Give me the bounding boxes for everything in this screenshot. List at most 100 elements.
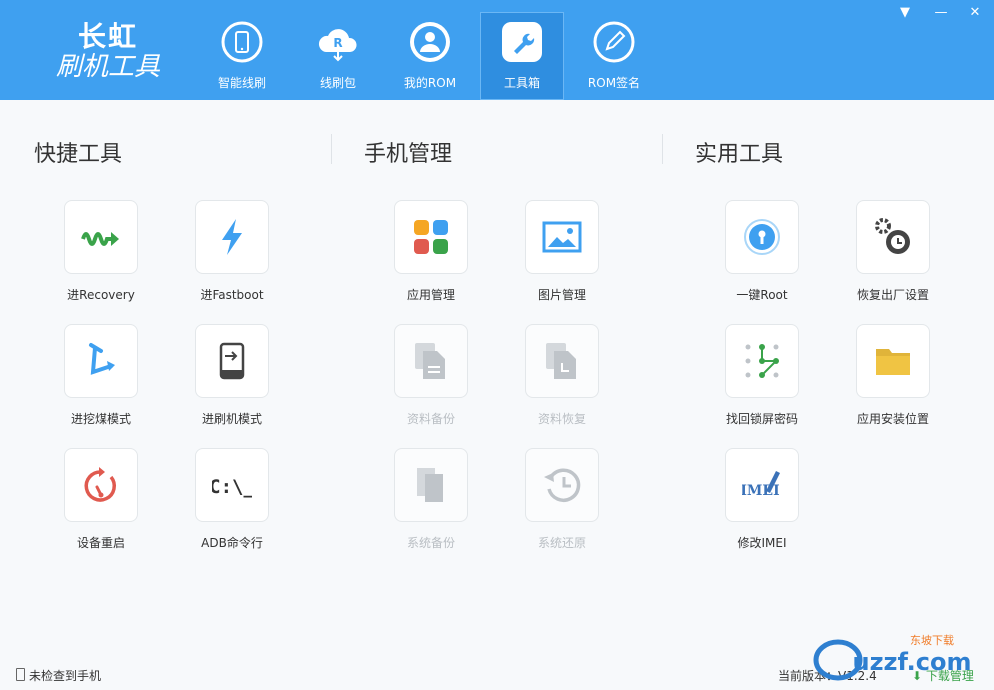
phone-icon: [16, 668, 25, 681]
tool-recovery[interactable]: 进Recovery: [31, 200, 171, 310]
phone-enter-icon: [219, 342, 245, 380]
nav-label: 线刷包: [319, 76, 356, 90]
close-button[interactable]: ✕: [964, 4, 986, 22]
section-divider: [331, 134, 332, 164]
device-status: 未检查到手机: [16, 667, 101, 684]
nav-label: ROM签名: [587, 76, 641, 90]
tool-label: 应用管理: [406, 288, 455, 302]
tool-box: C:\_: [195, 448, 269, 522]
cloud-download-icon: R: [318, 29, 357, 62]
tool-one-click-root[interactable]: 一键Root: [692, 200, 832, 310]
nav-smart-flash[interactable]: 智能线刷: [200, 12, 284, 100]
tool-box: [525, 448, 599, 522]
tool-label: 系统备份: [406, 536, 455, 550]
tool-label: 设备重启: [76, 536, 125, 550]
tool-recover-lock-password[interactable]: 找回锁屏密码: [692, 324, 832, 434]
menu-button[interactable]: ▼: [894, 4, 916, 22]
phone-refresh-icon: [221, 21, 263, 63]
image-icon: [542, 221, 582, 253]
section-title-phone: 手机管理: [364, 142, 453, 167]
tool-adb-console[interactable]: C:\_ ADB命令行: [162, 448, 302, 558]
document-restore-icon: [546, 343, 576, 379]
tool-reboot[interactable]: 设备重启: [31, 448, 171, 558]
svg-text:IMEI: IMEI: [742, 483, 780, 499]
tool-label: 图片管理: [537, 288, 586, 302]
svg-text:uzzf.com: uzzf.com: [853, 648, 972, 676]
wrench-icon: [502, 22, 542, 62]
section-title-util: 实用工具: [695, 142, 784, 167]
user-icon: [410, 22, 450, 62]
folder-icon: [876, 349, 910, 375]
tool-wajue-mode[interactable]: 进挖煤模式: [31, 324, 171, 434]
nav-label: 工具箱: [503, 76, 540, 90]
tool-box: [525, 200, 599, 274]
tool-box: [725, 200, 799, 274]
tool-label: 恢复出厂设置: [856, 288, 929, 302]
app-window: 长虹 刷机工具 智能线刷 R 线刷包 我的ROM 工具箱 ROM签名 ▼ — ✕…: [0, 0, 994, 690]
tool-system-restore[interactable]: 系统还原: [492, 448, 632, 558]
nav-flash-package[interactable]: R 线刷包: [296, 12, 380, 100]
tool-label: 进刷机模式: [201, 412, 262, 426]
tool-label: 资料恢复: [537, 412, 586, 426]
tool-box: [525, 324, 599, 398]
tool-box: [64, 324, 138, 398]
wave-arrow-icon: [81, 232, 119, 246]
logo-line2: 刷机工具: [55, 52, 160, 82]
reboot-icon: [84, 467, 116, 502]
tool-label: ADB命令行: [201, 536, 263, 550]
tool-box: [394, 200, 468, 274]
nav-toolbox[interactable]: 工具箱: [480, 12, 564, 100]
tool-box: [394, 324, 468, 398]
device-status-text: 未检查到手机: [29, 669, 102, 683]
tool-box: [195, 324, 269, 398]
document-backup-icon: [415, 343, 445, 379]
nav-my-rom[interactable]: 我的ROM: [388, 12, 472, 100]
pattern-lock-icon: [745, 344, 779, 378]
tool-system-backup[interactable]: 系统备份: [361, 448, 501, 558]
history-icon: [544, 468, 581, 502]
tool-box: [856, 200, 930, 274]
tool-label: 进Recovery: [67, 288, 135, 302]
key-lock-icon: [744, 219, 780, 255]
tool-factory-reset[interactable]: 恢复出厂设置: [823, 200, 963, 310]
tool-flash-mode[interactable]: 进刷机模式: [162, 324, 302, 434]
minimize-button[interactable]: —: [930, 4, 952, 22]
tool-app-management[interactable]: 应用管理: [361, 200, 501, 310]
tool-label: 进Fastboot: [200, 288, 264, 302]
tool-label: 系统还原: [537, 536, 586, 550]
tool-label: 一键Root: [736, 288, 788, 302]
tool-label: 修改IMEI: [737, 536, 787, 550]
copy-icon: [417, 468, 443, 502]
apps-grid-icon: [414, 220, 448, 254]
tool-box: IMEI: [725, 448, 799, 522]
tool-label: 资料备份: [406, 412, 455, 426]
tool-box: [64, 448, 138, 522]
gear-clock-icon: [875, 218, 910, 254]
imei-pen-icon: IMEI: [742, 471, 780, 499]
app-logo: 长虹 刷机工具: [48, 20, 168, 83]
logo-line1: 长虹: [77, 20, 138, 53]
section-title-quick: 快捷工具: [34, 142, 123, 167]
tool-box: [64, 200, 138, 274]
tool-box: [856, 324, 930, 398]
tool-label: 应用安装位置: [856, 412, 929, 426]
tool-modify-imei[interactable]: IMEI 修改IMEI: [692, 448, 832, 558]
nav-rom-sign[interactable]: ROM签名: [572, 12, 656, 100]
uzzf-watermark: 东坡下载 uzzf.com: [813, 634, 972, 681]
tool-photo-management[interactable]: 图片管理: [492, 200, 632, 310]
terminal-icon: C:\_: [212, 476, 252, 498]
tool-app-install-location[interactable]: 应用安装位置: [823, 324, 963, 434]
tool-data-backup[interactable]: 资料备份: [361, 324, 501, 434]
header-bar: 长虹 刷机工具 智能线刷 R 线刷包 我的ROM 工具箱 ROM签名 ▼ — ✕: [0, 0, 994, 100]
lightning-icon: [222, 219, 242, 255]
tool-fastboot[interactable]: 进Fastboot: [162, 200, 302, 310]
tool-label: 进挖煤模式: [70, 412, 131, 426]
nav-label: 智能线刷: [217, 76, 266, 90]
nav-label: 我的ROM: [403, 76, 457, 90]
tool-box: [195, 200, 269, 274]
section-divider: [662, 134, 663, 164]
tool-label: 找回锁屏密码: [725, 412, 798, 426]
tool-data-restore[interactable]: 资料恢复: [492, 324, 632, 434]
pen-icon: [593, 21, 635, 63]
tool-box: [394, 448, 468, 522]
